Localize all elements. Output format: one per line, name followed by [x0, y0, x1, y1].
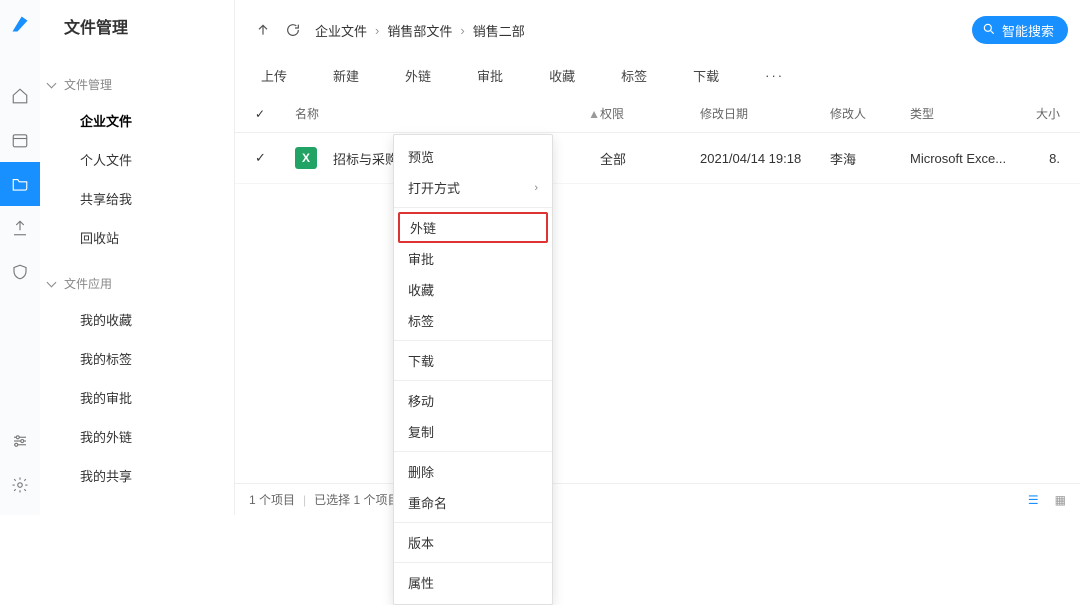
row-date: 2021/04/14 19:18 [700, 151, 830, 166]
refresh-icon[interactable] [285, 22, 301, 38]
search-icon [982, 22, 996, 39]
tool-upload[interactable]: 上传 [261, 66, 287, 85]
nav-group-title[interactable]: 文件应用 [40, 267, 234, 300]
row-perm: 全部 [600, 149, 700, 168]
rail-home[interactable] [0, 74, 40, 118]
view-grid-icon[interactable]: ▦ [1055, 493, 1066, 507]
rail-upload[interactable] [0, 206, 40, 250]
col-modifier[interactable]: 修改人 [830, 105, 910, 122]
app-logo [10, 14, 30, 34]
search-label: 智能搜索 [1002, 21, 1054, 40]
tool-favorite[interactable]: 收藏 [549, 66, 575, 85]
status-count: 1 个项目 [249, 491, 295, 508]
ctx-open-with[interactable]: 打开方式› [394, 172, 552, 203]
rail-settings[interactable] [0, 463, 40, 507]
nav-my-shares[interactable]: 我的共享 [40, 456, 234, 495]
col-name[interactable]: 名称 [295, 105, 319, 122]
rail-shield[interactable] [0, 250, 40, 294]
sidebar: 文件管理 文件管理 企业文件 个人文件 共享给我 回收站 文件应用 我的收藏 我… [40, 0, 235, 515]
crumb[interactable]: 销售二部 [473, 21, 525, 40]
status-selected: 已选择 1 个项目 [314, 491, 399, 508]
nav-recycle-bin[interactable]: 回收站 [40, 218, 234, 257]
tool-link[interactable]: 外链 [405, 66, 431, 85]
ctx-properties[interactable]: 属性 [394, 567, 552, 598]
row-type: Microsoft Exce... [910, 151, 1020, 166]
ctx-external-link[interactable]: 外链 [398, 212, 548, 243]
nav-my-favorites[interactable]: 我的收藏 [40, 300, 234, 339]
col-type[interactable]: 类型 [910, 105, 1020, 122]
excel-file-icon: X [295, 147, 317, 169]
ctx-version[interactable]: 版本 [394, 527, 552, 558]
ctx-favorite[interactable]: 收藏 [394, 274, 552, 305]
tool-new[interactable]: 新建 [333, 66, 359, 85]
status-bar: 1 个项目 | 已选择 1 个项目 8.84 KB ☰ ▦ [235, 483, 1080, 515]
table-row[interactable]: ✓ X 招标与采购-采··· 全部 2021/04/14 19:18 李海 Mi… [235, 133, 1080, 184]
ctx-preview[interactable]: 预览 [394, 141, 552, 172]
ctx-approve[interactable]: 审批 [394, 243, 552, 274]
table-header: ✓ 名称 ▲ 权限 修改日期 修改人 类型 大小 [235, 95, 1080, 133]
crumb[interactable]: 企业文件 [315, 21, 367, 40]
context-menu: 预览 打开方式› 外链 审批 收藏 标签 下载 移动 复制 删除 重命名 版本 … [393, 134, 553, 605]
rail-sliders[interactable] [0, 419, 40, 463]
nav-group-files: 文件管理 企业文件 个人文件 共享给我 回收站 [40, 68, 234, 257]
ctx-rename[interactable]: 重命名 [394, 487, 552, 518]
nav-personal-files[interactable]: 个人文件 [40, 140, 234, 179]
tool-approve[interactable]: 审批 [477, 66, 503, 85]
left-rail [0, 0, 40, 515]
nav-shared-with-me[interactable]: 共享给我 [40, 179, 234, 218]
ctx-move[interactable]: 移动 [394, 385, 552, 416]
ctx-download[interactable]: 下载 [394, 345, 552, 376]
ctx-delete[interactable]: 删除 [394, 456, 552, 487]
smart-search-button[interactable]: 智能搜索 [972, 16, 1068, 44]
nav-enterprise-files[interactable]: 企业文件 [40, 101, 234, 140]
nav-up-icon[interactable] [255, 22, 271, 38]
crumb[interactable]: 销售部文件 [387, 21, 452, 40]
toolbar: 上传 新建 外链 审批 收藏 标签 下载 ··· [235, 52, 1080, 95]
ctx-copy[interactable]: 复制 [394, 416, 552, 447]
chevron-right-icon: › [534, 182, 538, 194]
col-permission[interactable]: 权限 [600, 105, 700, 122]
ctx-tag[interactable]: 标签 [394, 305, 552, 336]
nav-my-links[interactable]: 我的外链 [40, 417, 234, 456]
breadcrumbs: 企业文件› 销售部文件› 销售二部 [315, 21, 525, 40]
main-panel: 企业文件› 销售部文件› 销售二部 智能搜索 上传 新建 外链 审批 收藏 标签… [235, 0, 1080, 515]
view-switch: ☰ ▦ [1028, 493, 1066, 507]
tool-tag[interactable]: 标签 [621, 66, 647, 85]
select-all[interactable]: ✓ [255, 107, 265, 121]
sort-asc-icon[interactable]: ▲ [588, 107, 600, 121]
col-size[interactable]: 大小 [1020, 105, 1060, 122]
nav-my-tags[interactable]: 我的标签 [40, 339, 234, 378]
rail-calendar[interactable] [0, 118, 40, 162]
row-check-icon[interactable]: ✓ [255, 150, 266, 166]
app-title: 文件管理 [40, 14, 234, 38]
tool-download[interactable]: 下载 [693, 66, 719, 85]
breadcrumb-bar: 企业文件› 销售部文件› 销售二部 智能搜索 [235, 0, 1080, 52]
row-mod: 李海 [830, 149, 910, 168]
nav-group-title[interactable]: 文件管理 [40, 68, 234, 101]
tool-more[interactable]: ··· [765, 68, 784, 83]
col-date[interactable]: 修改日期 [700, 105, 830, 122]
nav-group-apps: 文件应用 我的收藏 我的标签 我的审批 我的外链 我的共享 [40, 267, 234, 495]
row-size: 8. [1020, 151, 1060, 166]
nav-my-approvals[interactable]: 我的审批 [40, 378, 234, 417]
view-list-icon[interactable]: ☰ [1028, 493, 1039, 507]
rail-files[interactable] [0, 162, 40, 206]
